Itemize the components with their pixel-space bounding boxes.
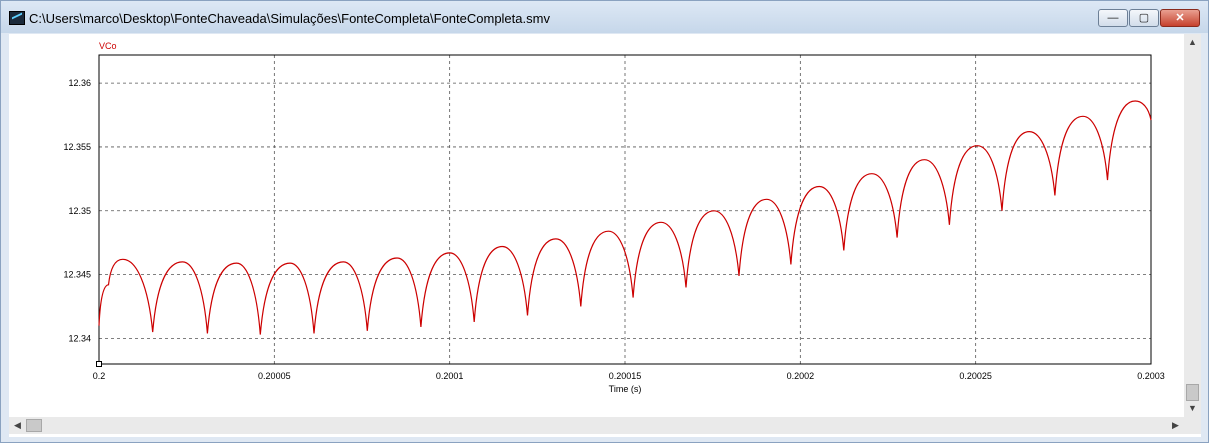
x-tick-label: 0.20005: [258, 371, 291, 381]
vertical-scrollbar[interactable]: ▲ ▼: [1184, 34, 1201, 417]
close-button[interactable]: ✕: [1160, 9, 1200, 27]
scroll-down-arrow-icon[interactable]: ▼: [1184, 400, 1201, 417]
y-tick-label: 12.35: [68, 206, 91, 216]
y-tick-label: 12.355: [63, 142, 91, 152]
scroll-up-arrow-icon[interactable]: ▲: [1184, 34, 1201, 51]
plot-client-area: 12.34 12.345 12.35 12.355 12.36 0.2 0.20005 0.…: [9, 34, 1201, 437]
scope-app-icon[interactable]: [9, 11, 25, 25]
waveform-plot[interactable]: 12.34 12.345 12.35 12.355 12.36 0.2 0.20005 0.…: [9, 34, 1184, 417]
x-tick-label: 0.2002: [787, 371, 815, 381]
y-tick-label: 12.36: [68, 78, 91, 88]
grid-lines: [99, 55, 1151, 364]
scroll-right-arrow-icon[interactable]: ▶: [1167, 417, 1184, 434]
horizontal-scroll-thumb[interactable]: [26, 419, 42, 432]
window-title: C:\Users\marco\Desktop\FonteChaveada\Sim…: [29, 11, 550, 26]
x-tick-label: 0.2003: [1137, 371, 1165, 381]
horizontal-scrollbar[interactable]: ◀ ▶: [9, 417, 1184, 434]
series-label-vco: VCo: [99, 41, 117, 51]
x-axis-ticks: 0.2 0.20005 0.2001 0.20015 0.2002 0.20025 0.20…: [93, 371, 1165, 381]
vertical-scroll-thumb[interactable]: [1186, 384, 1199, 401]
y-tick-label: 12.34: [68, 333, 91, 343]
title-bar[interactable]: C:\Users\marco\Desktop\FonteChaveada\Sim…: [1, 1, 1208, 33]
x-tick-label: 0.2: [93, 371, 106, 381]
maximize-button[interactable]: ▢: [1129, 9, 1159, 27]
x-axis-label: Time (s): [609, 384, 642, 394]
cursor-marker[interactable]: [96, 361, 102, 367]
scroll-left-arrow-icon[interactable]: ◀: [9, 417, 26, 434]
x-tick-label: 0.20015: [609, 371, 642, 381]
waveform-chart[interactable]: 12.3412.34512.3512.35512.36 0.2 0.20005 0.…: [9, 34, 1184, 417]
x-tick-label: 0.2001: [436, 371, 464, 381]
x-tick-label: 0.20025: [959, 371, 992, 381]
scrollbar-corner: [1184, 417, 1201, 434]
plot-frame: [98, 54, 1152, 365]
minimize-button[interactable]: —: [1098, 9, 1128, 27]
y-axis-ticks: 12.34 12.345 12.35 12.355 12.36: [63, 78, 91, 343]
simulation-viewer-window: C:\Users\marco\Desktop\FonteChaveada\Sim…: [0, 0, 1209, 443]
y-tick-label: 12.345: [63, 270, 91, 280]
